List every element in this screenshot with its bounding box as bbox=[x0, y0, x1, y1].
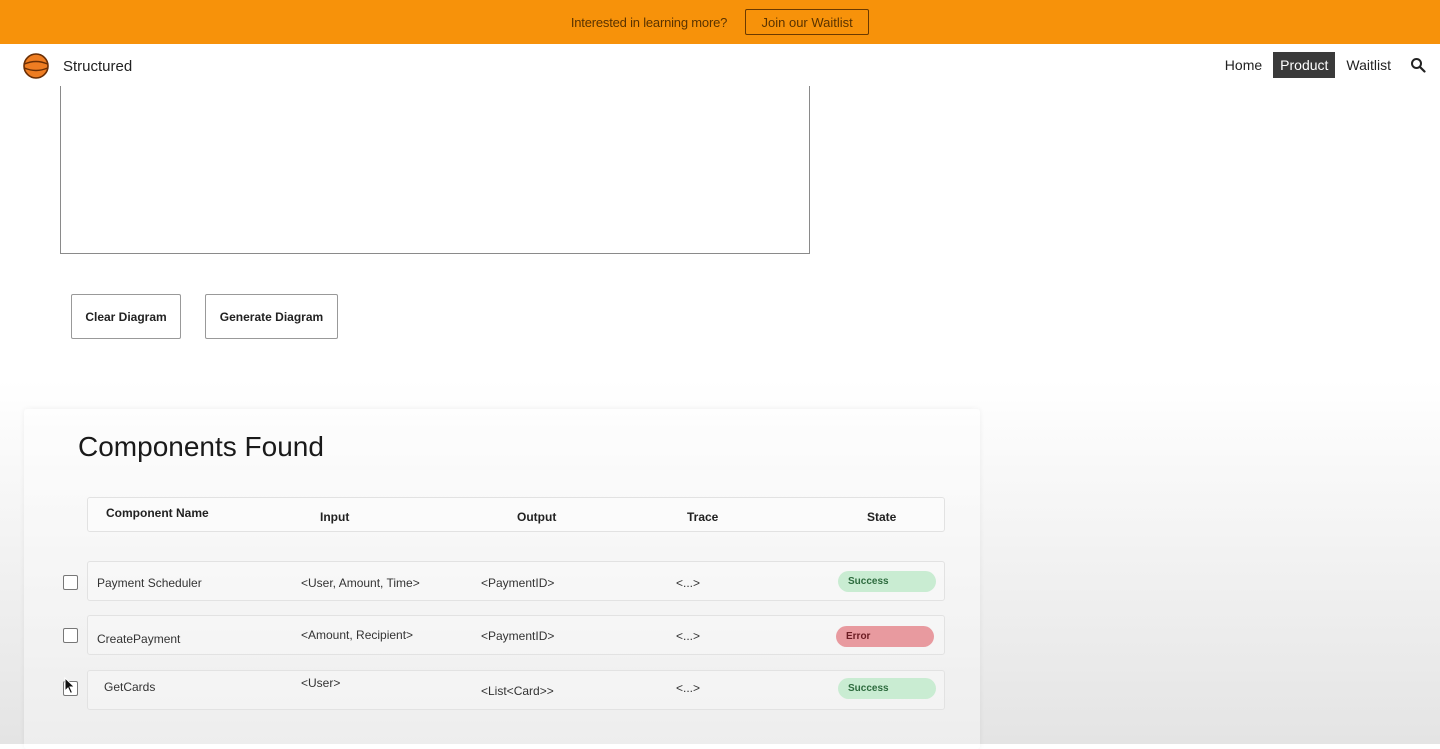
column-header-trace: Trace bbox=[687, 510, 719, 524]
row-checkbox[interactable] bbox=[63, 575, 78, 590]
component-name: GetCards bbox=[104, 680, 156, 694]
table-header: Component Name Input Output Trace State bbox=[87, 497, 945, 532]
component-output: <PaymentID> bbox=[481, 629, 555, 643]
navbar: Structured Home Product Waitlist bbox=[0, 44, 1440, 88]
diagram-canvas[interactable] bbox=[60, 86, 810, 254]
components-title: Components Found bbox=[78, 431, 324, 462]
nav-link-home[interactable]: Home bbox=[1218, 52, 1269, 78]
table-row[interactable]: GetCards <User> <List<Card>> <...> Succe… bbox=[87, 670, 945, 710]
component-trace[interactable]: <...> bbox=[676, 629, 700, 643]
banner-text: Interested in learning more? bbox=[570, 14, 728, 30]
clear-diagram-button[interactable]: Clear Diagram bbox=[71, 294, 181, 339]
row-checkbox[interactable] bbox=[63, 628, 78, 643]
component-name: Payment Scheduler bbox=[97, 576, 202, 590]
component-input: <User> bbox=[301, 676, 341, 690]
column-header-state: State bbox=[867, 510, 897, 524]
column-header-input: Input bbox=[320, 510, 350, 524]
component-trace[interactable]: <...> bbox=[676, 681, 700, 695]
generate-diagram-button[interactable]: Generate Diagram bbox=[205, 294, 338, 339]
search-icon[interactable] bbox=[1410, 57, 1426, 73]
brand-name[interactable]: Structured bbox=[63, 58, 132, 75]
announcement-banner: Interested in learning more? Join our Wa… bbox=[0, 0, 1440, 44]
status-badge: Error bbox=[836, 626, 934, 647]
components-card: Components Found Component Name Input Ou… bbox=[24, 409, 980, 749]
nav-links: Home Product Waitlist bbox=[1214, 52, 1426, 78]
nav-link-product[interactable]: Product bbox=[1273, 52, 1336, 78]
join-waitlist-button[interactable]: Join our Waitlist bbox=[745, 9, 870, 35]
component-name: CreatePayment bbox=[97, 632, 181, 646]
status-badge: Success bbox=[838, 678, 936, 699]
nav-link-waitlist[interactable]: Waitlist bbox=[1339, 52, 1398, 78]
column-header-output: Output bbox=[517, 510, 557, 524]
mouse-cursor-icon bbox=[64, 677, 76, 695]
component-input: <User, Amount, Time> bbox=[301, 576, 420, 590]
column-header-name: Component Name bbox=[106, 506, 209, 520]
component-trace[interactable]: <...> bbox=[676, 576, 700, 590]
status-badge: Success bbox=[838, 571, 936, 592]
table-row[interactable]: CreatePayment <Amount, Recipient> <Payme… bbox=[87, 615, 945, 655]
component-input: <Amount, Recipient> bbox=[301, 628, 414, 642]
table-row[interactable]: Payment Scheduler <User, Amount, Time> <… bbox=[87, 561, 945, 601]
component-output: <PaymentID> bbox=[481, 576, 555, 590]
component-output: <List<Card>> bbox=[481, 684, 554, 698]
basketball-logo-icon[interactable] bbox=[23, 53, 49, 79]
